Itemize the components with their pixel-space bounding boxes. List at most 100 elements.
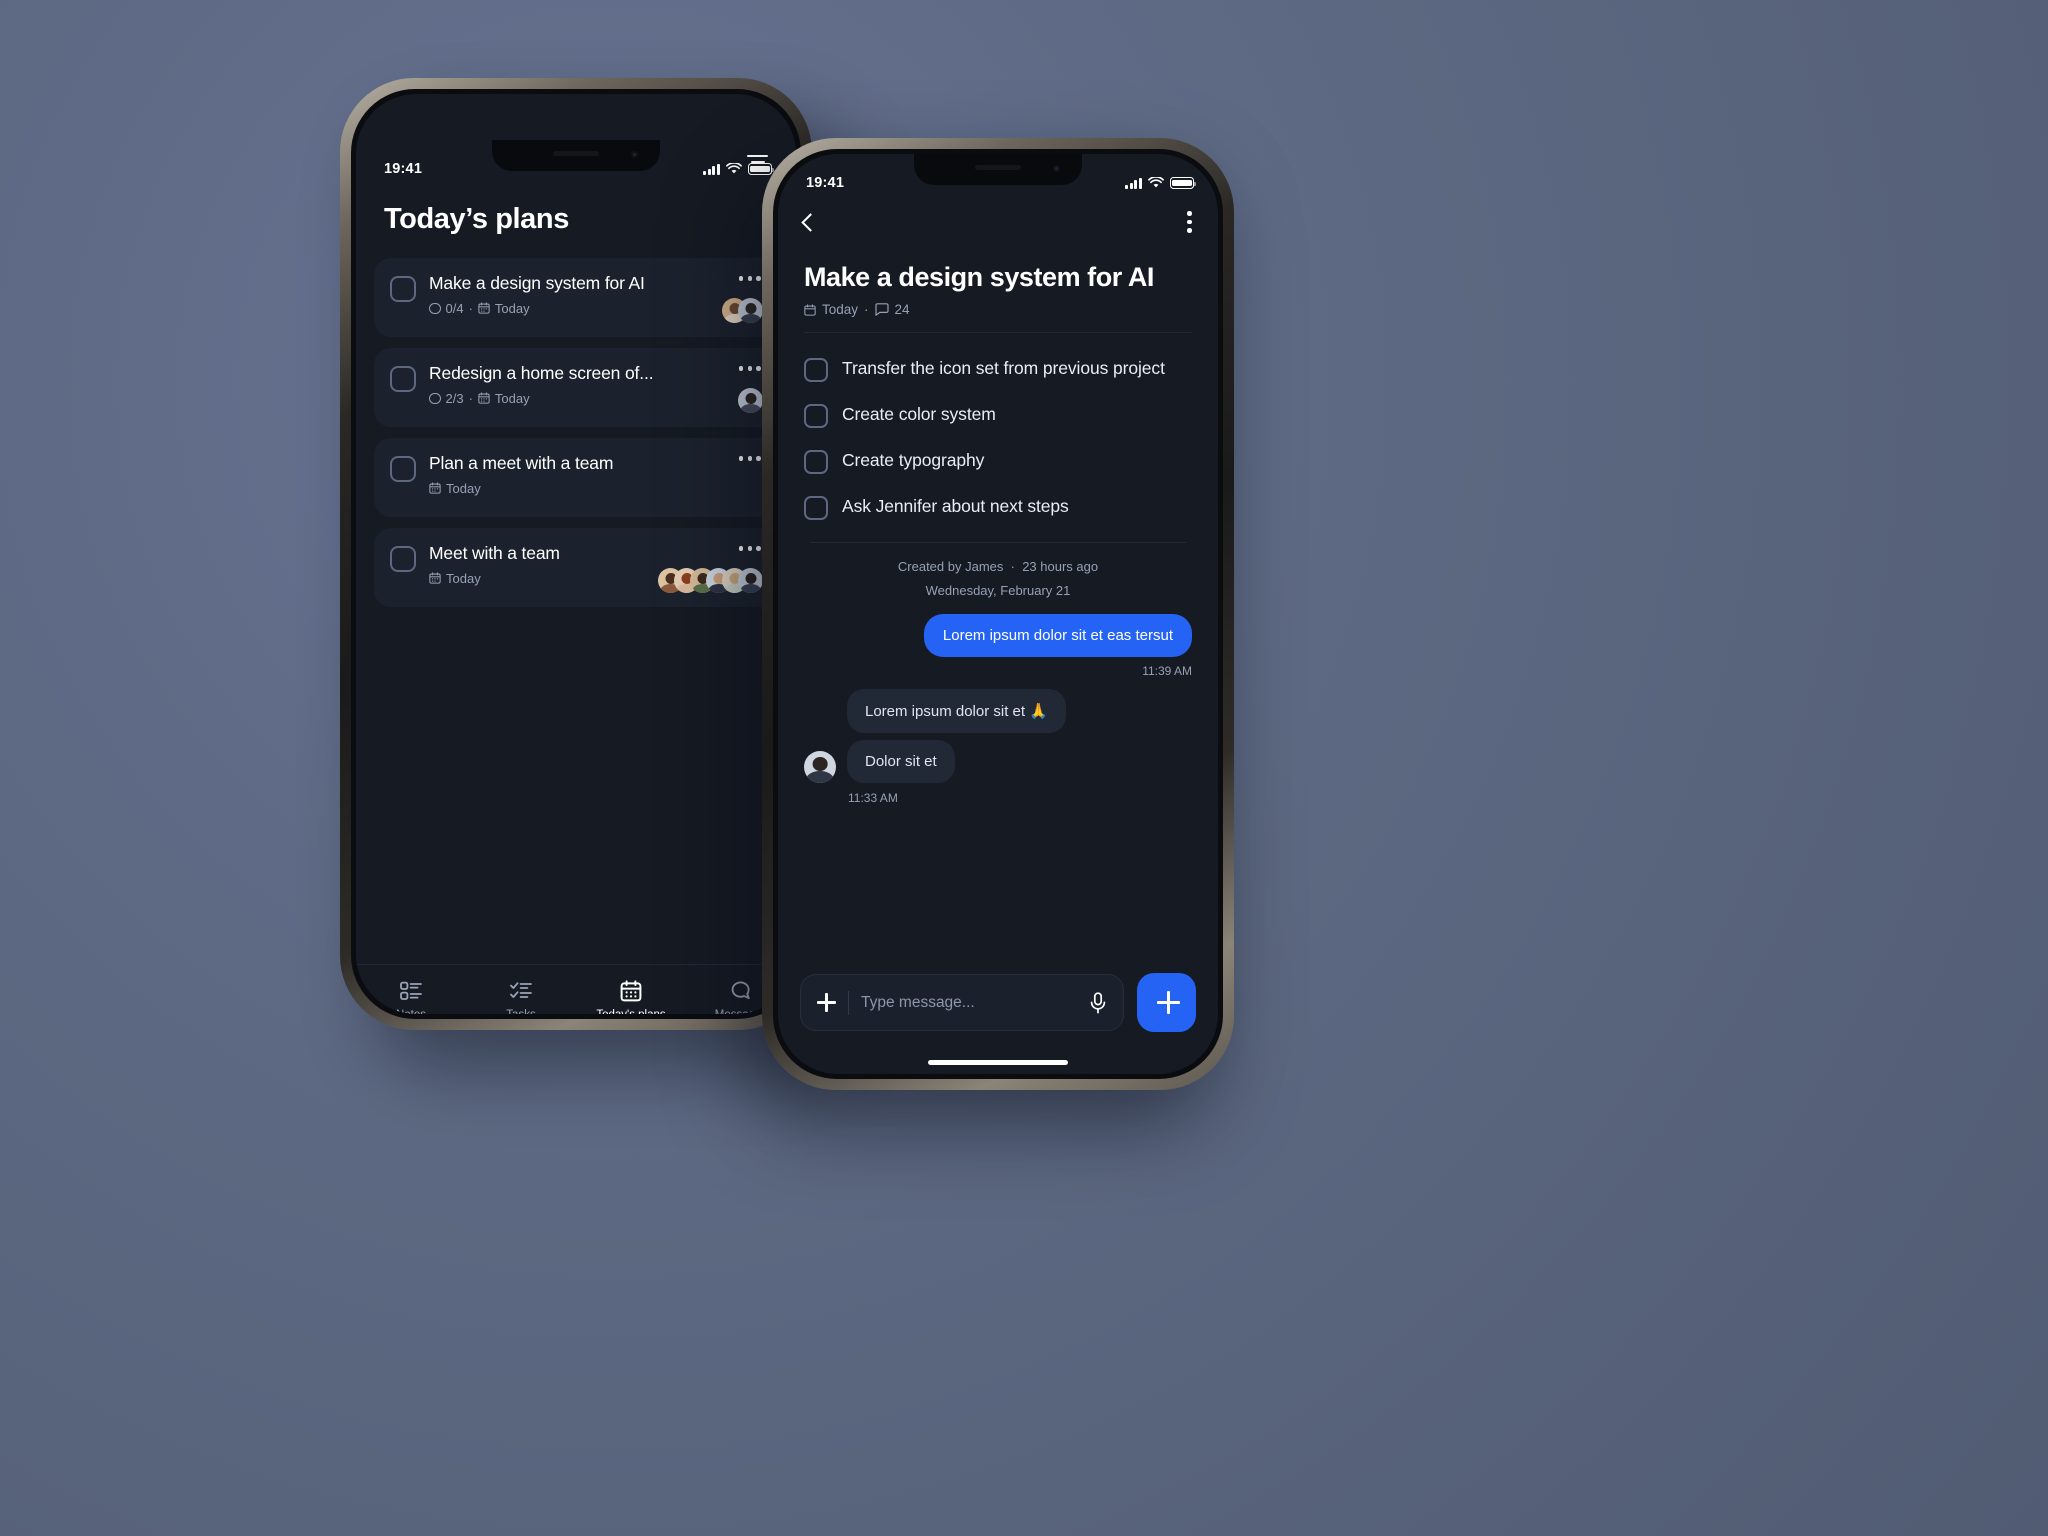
more-horizontal-icon[interactable] (738, 546, 761, 551)
task-body: Plan a meet with a team Today (429, 453, 763, 496)
chat-created-info: Created by James · 23 hours ago (804, 559, 1192, 574)
progress-ring-icon (429, 392, 441, 405)
task-avatars (658, 568, 763, 593)
task-card[interactable]: Redesign a home screen of... 2/3 · Today (374, 348, 778, 427)
created-ago: 23 hours ago (1022, 559, 1099, 575)
message-bubble-outgoing[interactable]: Lorem ipsum dolor sit et eas tersut (923, 614, 1192, 658)
front-camera (1053, 165, 1060, 172)
subtask-label: Ask Jennifer about next steps (842, 496, 1069, 517)
avatar (738, 298, 763, 323)
more-horizontal-icon[interactable] (738, 366, 761, 371)
back-chevron-icon[interactable] (801, 212, 820, 232)
task-title: Make a design system for AI (429, 273, 645, 293)
nav-label: Messages (715, 1009, 767, 1014)
composer-divider (848, 990, 849, 1015)
nav-item-tasks[interactable]: Tasks (482, 979, 560, 1014)
subtask-item[interactable]: Transfer the icon set from previous proj… (804, 346, 1192, 392)
plus-icon[interactable] (817, 993, 836, 1012)
subtask-item[interactable]: Create color system (804, 392, 1192, 438)
nav-label: Tasks (506, 1009, 535, 1014)
wifi-icon (1148, 177, 1164, 188)
task-card[interactable]: Meet with a team Today (374, 528, 778, 607)
task-progress: 2/3 (445, 390, 464, 406)
task-checkbox[interactable] (390, 366, 416, 392)
nav-label: Notes (396, 1009, 426, 1014)
phone-left-bezel: 19:41 Today’s plans Make a design system… (351, 89, 801, 1019)
task-checkbox[interactable] (390, 456, 416, 482)
calendar-icon (429, 482, 441, 495)
battery-icon (1170, 177, 1197, 189)
calendar-icon (429, 572, 441, 585)
detail-meta: Today · 24 (804, 302, 1192, 317)
task-due: Today (494, 390, 530, 406)
task-due: Today (494, 300, 530, 316)
nav-item-notes[interactable]: Notes (372, 979, 450, 1014)
checklist-icon (510, 979, 532, 1002)
message-input-pill[interactable]: Type message... (800, 974, 1124, 1031)
more-horizontal-icon[interactable] (738, 456, 761, 461)
calendar-icon (620, 979, 642, 1002)
bottom-navigation: Notes Tasks (356, 964, 796, 1014)
created-by: Created by James (897, 559, 1004, 575)
nav-item-todays-plans[interactable]: Today's plans (592, 979, 670, 1014)
more-horizontal-icon[interactable] (738, 276, 761, 281)
subtask-item[interactable]: Ask Jennifer about next steps (804, 484, 1192, 530)
subtask-item[interactable]: Create typography (804, 438, 1192, 484)
task-checkbox[interactable] (390, 546, 416, 572)
detail-title: Make a design system for AI (804, 262, 1154, 292)
task-body: Make a design system for AI 0/4 · Today (429, 273, 763, 316)
meta-separator: · (468, 300, 473, 316)
task-avatars (722, 298, 763, 323)
subtask-checkbox[interactable] (804, 404, 828, 429)
comment-icon (874, 303, 889, 317)
home-indicator[interactable] (928, 1060, 1068, 1065)
subtask-label: Create typography (842, 450, 985, 471)
message-group-incoming: Lorem ipsum dolor sit et 🙏 Dolor sit et (804, 689, 1192, 784)
message-bubble-incoming[interactable]: Lorem ipsum dolor sit et 🙏 (847, 689, 1066, 734)
task-meta: 2/3 · Today (429, 391, 711, 406)
task-meta: Today (429, 481, 711, 496)
task-card[interactable]: Plan a meet with a team Today (374, 438, 778, 517)
subtask-list: Transfer the icon set from previous proj… (778, 333, 1218, 530)
detail-header: Make a design system for AI Today · 24 (778, 244, 1218, 317)
battery-icon (748, 163, 775, 175)
chat-date-label: Wednesday, February 21 (925, 583, 1071, 599)
chat-bubble-icon (730, 979, 752, 1002)
message-bubble-incoming[interactable]: Dolor sit et (847, 740, 955, 784)
page-title: Today’s plans (384, 203, 569, 235)
message-composer: Type message... (778, 963, 1218, 1032)
nav-label: Today's plans (596, 1009, 665, 1014)
message-timestamp: 11:39 AM (1142, 664, 1192, 679)
phone-right: 19:41 Make a design system for AI Today … (762, 138, 1234, 1090)
todays-plans-screen: 19:41 Today’s plans Make a design system… (356, 140, 796, 1014)
avatar (804, 751, 836, 784)
notch-right (914, 154, 1082, 185)
more-vertical-icon[interactable] (1187, 210, 1192, 234)
subtask-checkbox[interactable] (804, 358, 828, 383)
microphone-icon[interactable] (1089, 991, 1107, 1014)
speaker-grille (975, 165, 1021, 170)
comment-count: 24 (894, 302, 910, 318)
chat-divider (810, 542, 1186, 544)
wifi-icon (726, 163, 742, 174)
calendar-icon (478, 302, 490, 315)
meta-separator: · (864, 302, 869, 318)
subtask-label: Transfer the icon set from previous proj… (842, 358, 1165, 379)
subtask-checkbox[interactable] (804, 450, 828, 475)
message-input-placeholder[interactable]: Type message... (861, 994, 1077, 1012)
task-checkbox[interactable] (390, 276, 416, 302)
notch-left (492, 140, 660, 171)
task-card[interactable]: Make a design system for AI 0/4 · Today (374, 258, 778, 337)
subtask-checkbox[interactable] (804, 496, 828, 521)
chat-area: Created by James · 23 hours ago Wednesda… (778, 530, 1218, 963)
status-indicators (1125, 177, 1197, 189)
signal-bars-icon (1125, 177, 1142, 189)
phone-right-bezel: 19:41 Make a design system for AI Today … (773, 149, 1223, 1079)
created-separator: · (1010, 559, 1015, 575)
message-row-outgoing: Lorem ipsum dolor sit et eas tersut (804, 614, 1192, 658)
task-progress: 0/4 (445, 300, 464, 316)
subtask-label: Create color system (842, 404, 996, 425)
signal-bars-icon (703, 163, 720, 175)
send-button[interactable] (1137, 973, 1196, 1032)
task-due: Today (446, 570, 481, 586)
